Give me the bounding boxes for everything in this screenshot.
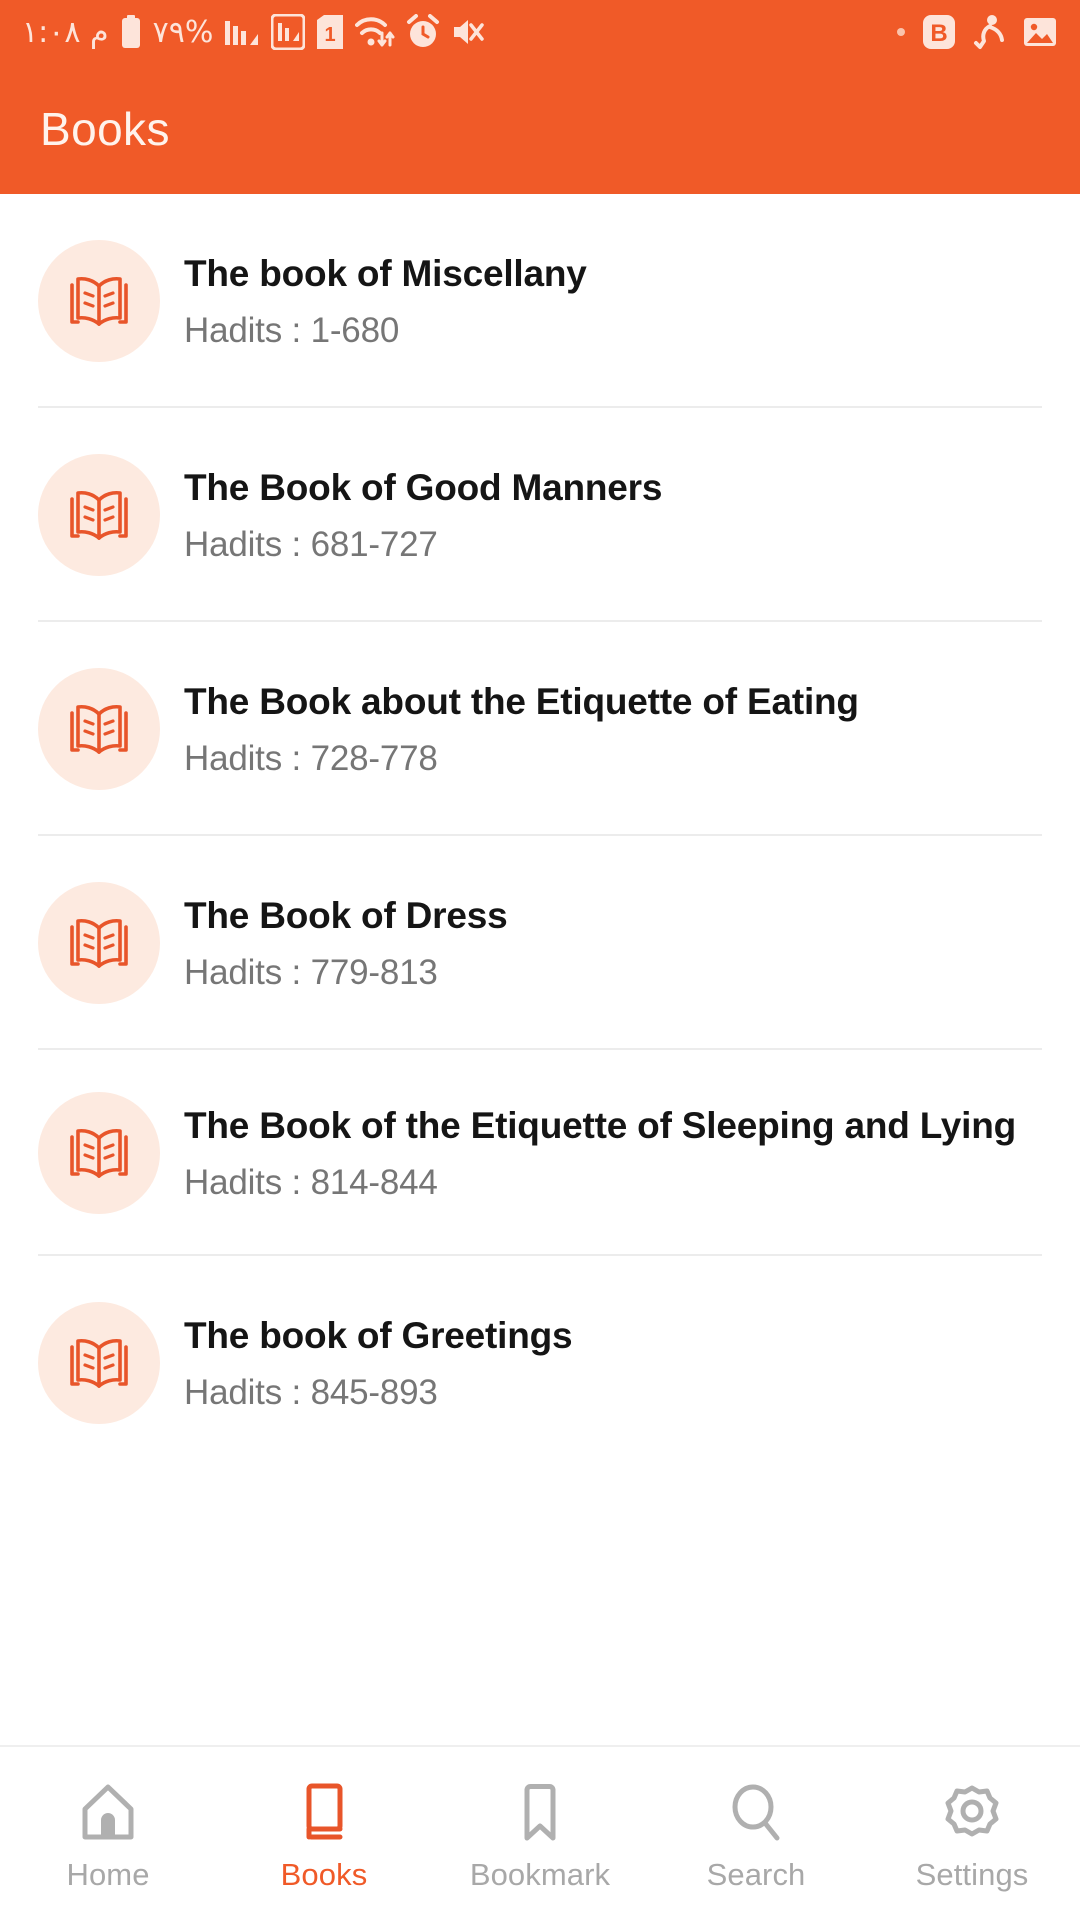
status-bar-right-group: B <box>896 13 1058 51</box>
book-title: The Book of Good Manners <box>184 466 663 508</box>
list-item[interactable]: The book of Miscellany Hadits : 1-680 <box>0 194 1080 406</box>
book-hadits-range: Hadits : 681-727 <box>184 525 438 565</box>
list-item[interactable]: The Book about the Etiquette of Eating H… <box>0 622 1080 834</box>
book-hadits-range: Hadits : 1-680 <box>184 311 400 351</box>
avatar <box>38 1302 160 1424</box>
bottom-navigation: Home Books Bookmark Search Settings <box>0 1745 1080 1920</box>
image-gallery-icon <box>1024 18 1056 46</box>
home-icon <box>78 1781 138 1845</box>
book-title: The Book of the Etiquette of Sleeping an… <box>184 1104 1017 1146</box>
svg-text:1: 1 <box>325 24 336 46</box>
nav-label-bookmark: Bookmark <box>469 1856 611 1892</box>
nav-item-search[interactable]: Search <box>648 1775 864 1893</box>
nav-item-books[interactable]: Books <box>216 1775 432 1893</box>
b-app-badge-icon: B <box>923 15 955 49</box>
battery-percent: %٧٩ <box>152 14 214 50</box>
search-icon <box>726 1781 786 1845</box>
book-hadits-range: Hadits : 779-813 <box>184 953 438 993</box>
list-item[interactable]: The book of Greetings Hadits : 845-893 <box>0 1256 1080 1468</box>
open-book-icon <box>70 276 128 326</box>
avatar <box>38 668 160 790</box>
status-bar-left-group: م ١:٠٨ %٧٩ 1 <box>22 14 485 50</box>
signal-bars-boxed-icon <box>271 14 306 50</box>
book-icon <box>294 1781 354 1845</box>
nav-label-books: Books <box>280 1856 368 1892</box>
avatar <box>38 240 160 362</box>
open-book-icon <box>70 490 128 540</box>
open-book-icon <box>70 1338 128 1388</box>
nav-item-settings[interactable]: Settings <box>864 1775 1080 1893</box>
avatar <box>38 454 160 576</box>
nav-item-bookmark[interactable]: Bookmark <box>432 1775 648 1893</box>
list-item[interactable]: The Book of Dress Hadits : 779-813 <box>0 836 1080 1048</box>
alarm-clock-icon <box>407 14 440 47</box>
gear-icon <box>942 1781 1002 1845</box>
signal-bars-icon <box>225 21 259 45</box>
nav-label-home: Home <box>66 1856 150 1892</box>
list-item[interactable]: The Book of Good Manners Hadits : 681-72… <box>0 408 1080 620</box>
open-book-icon <box>70 704 128 754</box>
list-item[interactable]: The Book of the Etiquette of Sleeping an… <box>0 1050 1080 1254</box>
wifi-data-icon <box>355 17 395 47</box>
sim-card-icon: 1 <box>317 15 344 49</box>
book-title: The book of Miscellany <box>184 252 587 294</box>
book-hadits-range: Hadits : 728-778 <box>184 739 438 779</box>
open-book-icon <box>70 918 128 968</box>
book-hadits-range: Hadits : 845-893 <box>184 1373 438 1413</box>
person-activity-icon <box>974 15 1004 49</box>
svg-text:B: B <box>930 20 947 47</box>
book-title: The Book of Dress <box>184 894 508 936</box>
book-title: The book of Greetings <box>184 1314 573 1356</box>
bookmark-icon <box>510 1781 570 1845</box>
nav-label-settings: Settings <box>915 1856 1029 1892</box>
app-header: Books <box>0 64 1080 194</box>
status-bar: م ١:٠٨ %٧٩ 1 B <box>0 0 1080 64</box>
books-list[interactable]: The book of Miscellany Hadits : 1-680 Th… <box>0 194 1080 1745</box>
mute-vibrate-icon <box>454 20 485 44</box>
battery-icon <box>121 15 140 48</box>
book-hadits-range: Hadits : 814-844 <box>184 1163 438 1203</box>
page-title: Books <box>40 103 170 155</box>
book-title: The Book about the Etiquette of Eating <box>184 680 859 722</box>
status-time: م ١:٠٨ <box>22 14 109 50</box>
open-book-icon <box>70 1128 128 1178</box>
nav-label-search: Search <box>706 1856 806 1892</box>
avatar <box>38 882 160 1004</box>
nav-item-home[interactable]: Home <box>0 1775 216 1893</box>
avatar <box>38 1092 160 1214</box>
notification-dot-icon <box>897 28 905 36</box>
